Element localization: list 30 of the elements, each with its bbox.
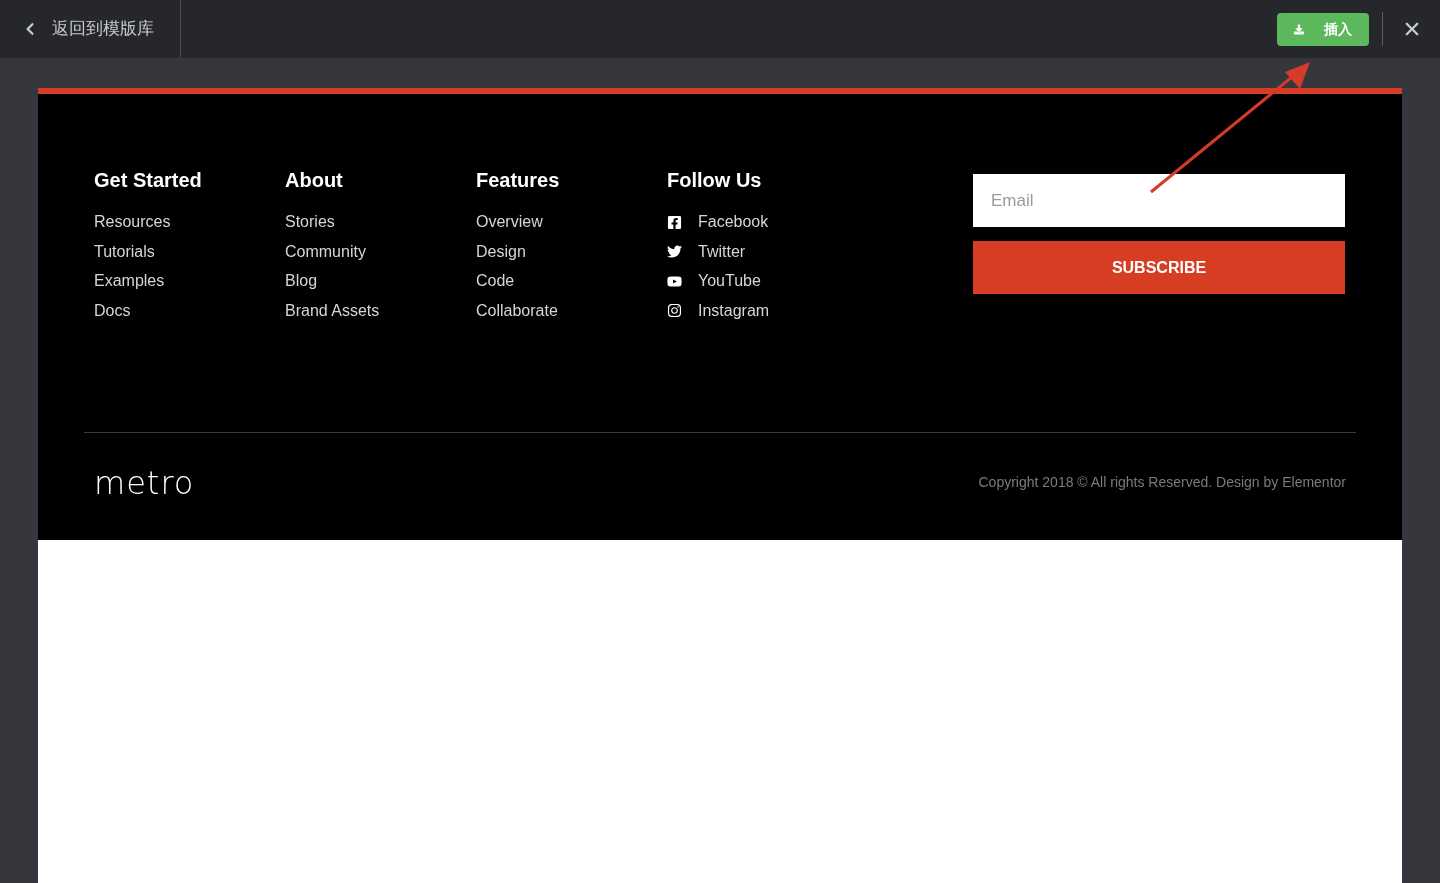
camera-icon [667, 303, 682, 318]
social-link[interactable]: Facebook [667, 212, 769, 232]
footer-link[interactable]: Design [476, 241, 526, 262]
footer-link[interactable]: Stories [285, 212, 335, 232]
footer-link[interactable]: Docs [94, 300, 131, 321]
footer-link[interactable]: Code [476, 271, 515, 291]
metro-logo: metro [94, 462, 195, 504]
column-heading: Features [476, 168, 561, 192]
social-link[interactable]: YouTube [667, 271, 761, 291]
column-heading: Follow Us [667, 168, 763, 192]
square-f-icon [667, 214, 682, 230]
download-icon [1294, 23, 1304, 35]
footer-link[interactable]: Community [285, 241, 366, 262]
subscribe-button[interactable]: SUBSCRIBE [973, 241, 1345, 294]
email-field[interactable]: Email [973, 174, 1345, 227]
footer-link[interactable]: Tutorials [94, 241, 155, 262]
footer-link[interactable]: Examples [94, 271, 165, 291]
social-link[interactable]: Instagram [667, 300, 770, 321]
back-button[interactable]: 返回到模版库 [0, 0, 181, 58]
footer-link[interactable]: Overview [476, 212, 543, 232]
copyright-text: Copyright 2018 © All rights Reserved. Design by Elementor [978, 473, 1346, 492]
footer-link[interactable]: Blog [285, 271, 318, 291]
column-heading: About [285, 168, 344, 192]
column-heading: Get Started [94, 168, 203, 192]
chevron-left-icon [24, 22, 36, 36]
footer-link[interactable]: Collaborate [476, 300, 558, 321]
bird-icon [667, 244, 682, 259]
social-link[interactable]: Twitter [667, 241, 746, 262]
footer-link[interactable]: Brand Assets [285, 300, 380, 321]
footer-link[interactable]: Resources [94, 212, 171, 232]
